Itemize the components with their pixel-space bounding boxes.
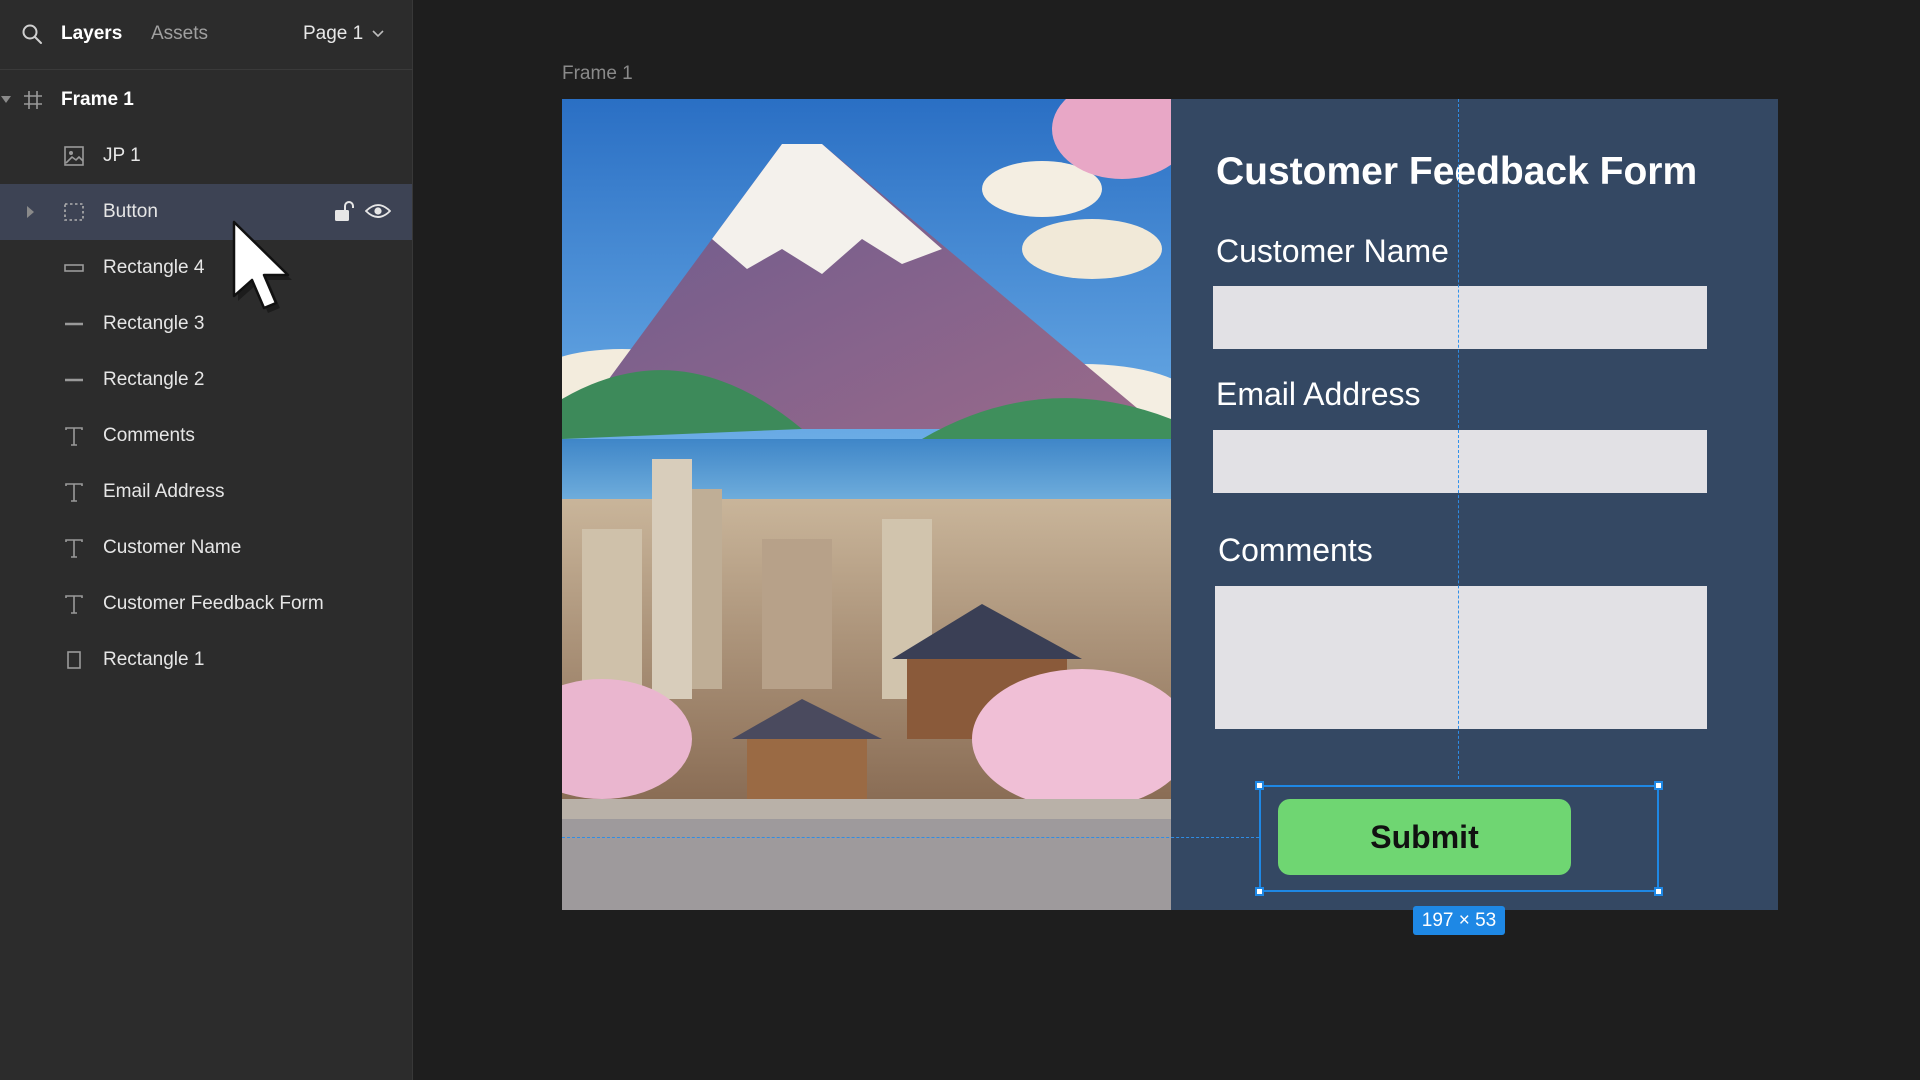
mount-fuji-city-image[interactable] bbox=[562, 99, 1171, 910]
group-icon bbox=[64, 203, 84, 221]
frame-title[interactable]: Frame 1 bbox=[562, 62, 633, 86]
layer-label: Customer Name bbox=[103, 537, 242, 558]
chevron-down-icon[interactable] bbox=[372, 30, 384, 38]
caret-down-icon[interactable] bbox=[1, 96, 11, 104]
layer-row-rectangle-2[interactable]: Rectangle 2 bbox=[0, 352, 412, 408]
layer-row-rectangle-1[interactable]: Rectangle 1 bbox=[0, 632, 412, 688]
rectangle-icon bbox=[64, 264, 84, 272]
layer-label: Frame 1 bbox=[61, 89, 134, 110]
panel-header: Layers Assets Page 1 bbox=[0, 0, 413, 70]
text-icon bbox=[65, 427, 83, 446]
tab-assets[interactable]: Assets bbox=[151, 22, 208, 46]
layer-label: Comments bbox=[103, 425, 195, 446]
layer-label: JP 1 bbox=[103, 145, 141, 166]
frame-icon bbox=[24, 91, 42, 109]
line-icon bbox=[65, 322, 83, 326]
resize-handle-bottom-left[interactable] bbox=[1255, 887, 1264, 896]
layer-label: Rectangle 1 bbox=[103, 649, 205, 670]
search-icon[interactable] bbox=[20, 22, 44, 46]
layer-label: Customer Feedback Form bbox=[103, 593, 324, 614]
comments-textarea[interactable] bbox=[1215, 586, 1707, 729]
resize-handle-bottom-right[interactable] bbox=[1654, 887, 1663, 896]
comments-label[interactable]: Comments bbox=[1218, 531, 1373, 569]
layer-row-email-address[interactable]: Email Address bbox=[0, 464, 412, 520]
tab-layers[interactable]: Layers bbox=[61, 22, 122, 46]
layer-row-customer-name[interactable]: Customer Name bbox=[0, 520, 412, 576]
layer-row-customer-feedback-form[interactable]: Customer Feedback Form bbox=[0, 576, 412, 632]
layer-label: Button bbox=[103, 201, 158, 222]
selection-box[interactable] bbox=[1255, 781, 1663, 896]
email-address-input[interactable] bbox=[1213, 430, 1707, 493]
caret-right-icon[interactable] bbox=[27, 206, 35, 218]
layer-row-rectangle-3[interactable]: Rectangle 3 bbox=[0, 296, 412, 352]
alignment-guide-vertical bbox=[1458, 99, 1459, 779]
mouse-cursor-icon bbox=[232, 220, 292, 313]
layer-row-frame-1[interactable]: Frame 1 bbox=[0, 72, 412, 128]
resize-handle-top-left[interactable] bbox=[1255, 781, 1264, 790]
page-selector[interactable]: Page 1 bbox=[303, 22, 363, 46]
layer-label: Rectangle 2 bbox=[103, 369, 205, 390]
email-address-label[interactable]: Email Address bbox=[1216, 375, 1421, 413]
alignment-guide-horizontal bbox=[562, 837, 1259, 838]
customer-name-label[interactable]: Customer Name bbox=[1216, 232, 1449, 270]
layer-label: Rectangle 4 bbox=[103, 257, 205, 278]
image-icon bbox=[64, 146, 84, 166]
text-icon bbox=[65, 595, 83, 614]
layer-row-jp-1[interactable]: JP 1 bbox=[0, 128, 412, 184]
size-badge: 197 × 53 bbox=[1413, 906, 1505, 935]
eye-icon[interactable] bbox=[365, 201, 391, 221]
line-icon bbox=[65, 378, 83, 382]
customer-name-input[interactable] bbox=[1213, 286, 1707, 349]
unlock-icon[interactable] bbox=[333, 199, 355, 223]
form-title[interactable]: Customer Feedback Form bbox=[1216, 149, 1697, 195]
layer-row-rectangle-4[interactable]: Rectangle 4 bbox=[0, 240, 412, 296]
layer-label: Email Address bbox=[103, 481, 225, 502]
text-icon bbox=[65, 539, 83, 558]
layer-label: Rectangle 3 bbox=[103, 313, 205, 334]
rectangle-icon bbox=[67, 651, 81, 669]
layers-panel: Layers Assets Page 1 Frame 1 JP 1 Button… bbox=[0, 0, 413, 1080]
text-icon bbox=[65, 483, 83, 502]
layer-row-comments[interactable]: Comments bbox=[0, 408, 412, 464]
resize-handle-top-right[interactable] bbox=[1654, 781, 1663, 790]
layer-row-button[interactable]: Button bbox=[0, 184, 412, 240]
